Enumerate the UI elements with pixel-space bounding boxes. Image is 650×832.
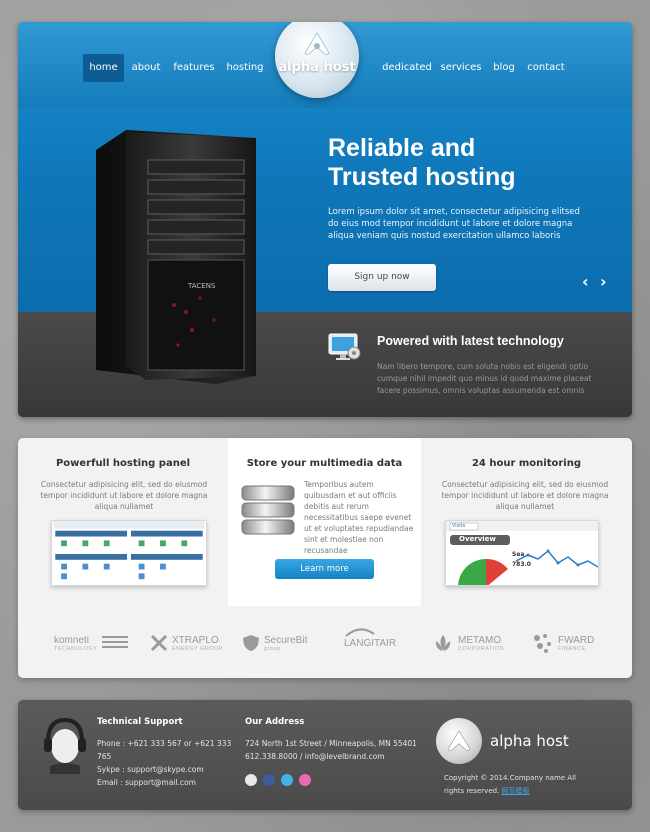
address-line1: 724 North 1st Street / Minneapolis, MN 5… bbox=[245, 739, 417, 748]
hero-section: home about features hosting dedicated se… bbox=[18, 22, 632, 417]
nav-item-home[interactable]: home bbox=[83, 54, 124, 82]
langitair-logo-icon bbox=[345, 628, 375, 637]
feature-monitor-title: 24 hour monitoring bbox=[471, 458, 582, 469]
server-image: TACENS bbox=[96, 130, 256, 384]
hosting-panel-screenshot bbox=[51, 520, 207, 586]
partner-securebit-name: SecureBit group bbox=[264, 635, 307, 652]
partner-komneti[interactable]: komneti TECHNOLOGY bbox=[54, 628, 128, 658]
tech-description: Nam libero tempore, cum soluta nobis est… bbox=[377, 362, 592, 395]
partner-xtraplo-name: XTRAPLO ENERGY GROUP bbox=[172, 635, 223, 652]
partner-metamo-label: METAMO bbox=[458, 634, 502, 646]
rss-icon[interactable] bbox=[245, 774, 257, 786]
facebook-icon[interactable] bbox=[263, 774, 275, 786]
partner-xtraplo[interactable]: XTRAPLO ENERGY GROUP bbox=[150, 628, 223, 658]
xtraplo-logo-icon bbox=[150, 634, 168, 652]
twitter-icon[interactable] bbox=[281, 774, 293, 786]
hero-title: Reliable and Trusted hosting bbox=[328, 134, 588, 192]
partner-securebit-sub: group bbox=[264, 645, 281, 652]
brand-name: alpha host bbox=[278, 60, 356, 75]
database-icon bbox=[241, 485, 295, 535]
signup-button[interactable]: Sign up now bbox=[328, 264, 436, 291]
logo-mark-icon bbox=[304, 32, 330, 55]
nav-item-dedicated[interactable]: dedicated bbox=[382, 54, 432, 82]
copyright: Copyright © 2014.Company name All rights… bbox=[444, 772, 594, 798]
partner-xtraplo-label: XTRAPLO bbox=[172, 634, 219, 646]
nav-item-hosting[interactable]: hosting bbox=[224, 54, 266, 82]
partner-fward[interactable]: FWARD FINANCE bbox=[532, 628, 594, 658]
footer-brand-name: alpha host bbox=[490, 732, 569, 750]
chart-overview-label: Overview bbox=[459, 535, 496, 543]
partner-komneti-sub: TECHNOLOGY bbox=[54, 645, 98, 652]
nav-item-about[interactable]: about bbox=[128, 54, 164, 82]
support-title: Technical Support bbox=[97, 717, 183, 727]
tech-title: Powered with latest technology bbox=[377, 334, 564, 348]
partner-fward-name: FWARD FINANCE bbox=[558, 635, 594, 652]
partner-langitair[interactable]: LANGITAIR bbox=[344, 628, 396, 658]
address-title: Our Address bbox=[245, 717, 305, 727]
feature-media-title: Store your multimedia data bbox=[246, 458, 403, 469]
address-line2: 612.338.8000 / info@levelbrand.com bbox=[245, 752, 385, 761]
komneti-logo-icon bbox=[101, 636, 128, 648]
hero-title-line2: Trusted hosting bbox=[328, 163, 516, 191]
partner-securebit[interactable]: SecureBit group bbox=[242, 628, 307, 658]
footer-logo-mark-icon bbox=[447, 730, 471, 751]
svg-text:TACENS: TACENS bbox=[187, 282, 216, 290]
nav-item-features[interactable]: features bbox=[172, 54, 216, 82]
learn-more-button[interactable]: Learn more bbox=[275, 559, 374, 579]
partner-fward-label: FWARD bbox=[558, 634, 595, 646]
hero-description: Lorem ipsum dolor sit amet, consectetur … bbox=[328, 207, 580, 241]
metamo-logo-icon bbox=[435, 635, 451, 651]
slider-next-icon[interactable]: › bbox=[600, 272, 607, 291]
support-phone: Phone : +621 333 567 or +621 333 765 bbox=[97, 739, 232, 761]
copyright-link[interactable]: 网页模板 bbox=[502, 787, 530, 795]
footer-logo[interactable] bbox=[436, 718, 482, 764]
partner-metamo[interactable]: METAMO CORPORATION bbox=[432, 628, 504, 658]
partner-securebit-label: SecureBit bbox=[264, 634, 308, 646]
nav-item-blog[interactable]: blog bbox=[490, 54, 518, 82]
chart-tab-label: Visits bbox=[452, 523, 466, 529]
footer-section: Technical Support Phone : +621 333 567 o… bbox=[18, 700, 632, 810]
feature-panel-title: Powerfull hosting panel bbox=[55, 458, 191, 469]
partner-langitair-label: LANGITAIR bbox=[344, 638, 397, 649]
chart-seg-label: Sea bbox=[512, 551, 525, 558]
nav-item-services[interactable]: services bbox=[440, 54, 482, 82]
dribbble-icon[interactable] bbox=[299, 774, 311, 786]
partner-xtraplo-sub: ENERGY GROUP bbox=[172, 645, 223, 652]
feature-panel-text: Consectetur adipisicing elit, sed do eiu… bbox=[40, 480, 208, 511]
partner-fward-sub: FINANCE bbox=[558, 645, 586, 652]
hero-title-line1: Reliable and bbox=[328, 134, 476, 162]
monitor-gear-icon bbox=[328, 333, 361, 360]
partner-metamo-name: METAMO CORPORATION bbox=[458, 635, 504, 652]
support-headset-icon bbox=[44, 717, 86, 774]
chart-value-label: 783.0 bbox=[512, 561, 531, 568]
partner-komneti-name: komneti TECHNOLOGY bbox=[54, 635, 98, 652]
slider-prev-icon[interactable]: ‹ bbox=[582, 272, 589, 291]
support-skype: Sykpe : support@skype.com bbox=[97, 765, 204, 774]
nav-item-contact[interactable]: contact bbox=[526, 54, 566, 82]
support-email: Email : support@mail.com bbox=[97, 778, 196, 787]
monitoring-chart-screenshot: Overview Visits Sea 783.0 bbox=[445, 520, 599, 586]
partner-komneti-label: komneti bbox=[54, 634, 90, 646]
securebit-logo-icon bbox=[243, 635, 259, 651]
fward-logo-icon bbox=[534, 634, 551, 653]
partner-metamo-sub: CORPORATION bbox=[458, 645, 505, 652]
feature-monitor-text: Consectetur adipisicing elit, sed do eiu… bbox=[441, 480, 609, 511]
features-section: Powerfull hosting panel Consectetur adip… bbox=[18, 438, 632, 678]
feature-media-text: Temporibus autem quibusdam et aut offici… bbox=[304, 480, 414, 555]
